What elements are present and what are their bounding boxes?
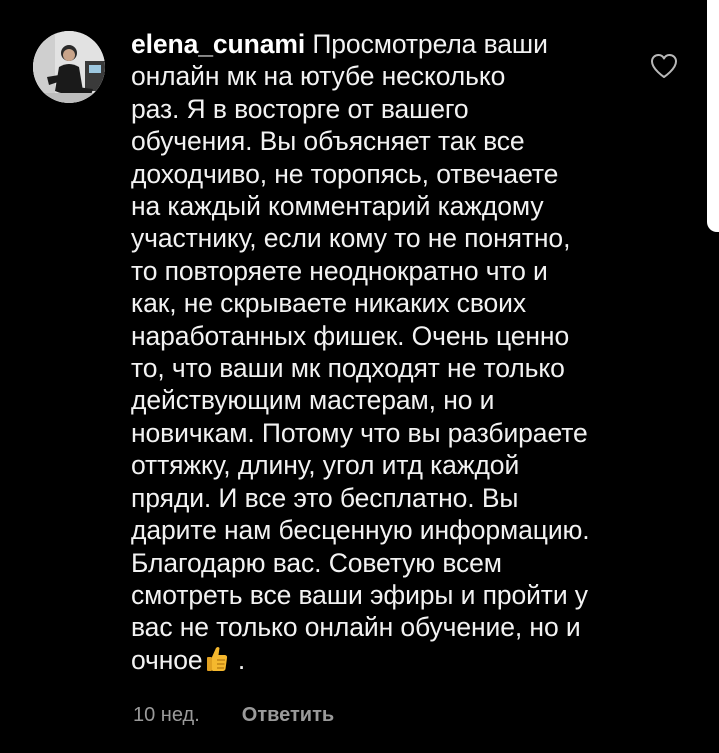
like-button[interactable]: [649, 52, 679, 80]
comment-line: онлайн мк на ютубе несколько: [131, 61, 506, 92]
comment-line: новичкам. Потому что вы разбираете: [131, 417, 588, 448]
avatar[interactable]: [33, 31, 105, 103]
comment-item: elena_cunami Просмотрела ваши онлайн мк …: [0, 0, 719, 753]
comment-text: elena_cunami Просмотрела ваши онлайн мк …: [131, 28, 641, 680]
comment-line: elena_cunami Просмотрела ваши: [131, 28, 641, 60]
comment-line: на каждый комментарий каждому: [131, 191, 544, 222]
username[interactable]: elena_cunami: [131, 29, 305, 59]
comment-last-line-suffix: .: [230, 644, 246, 675]
comment-line: как, не скрываете никаких своих: [131, 288, 526, 319]
comment-first-line-text: Просмотрела ваши: [305, 29, 548, 59]
comment-line: пряди. И все это бесплатно. Вы: [131, 482, 519, 513]
comment-body: elena_cunami Просмотрела ваши онлайн мк …: [131, 28, 641, 680]
avatar-image: [33, 31, 105, 103]
comment-line: участнику, если кому то не понятно,: [131, 223, 571, 254]
comment-timestamp: 10 нед.: [133, 704, 200, 726]
scrollbar[interactable]: [707, 0, 719, 232]
heart-icon: [651, 54, 677, 78]
thumbs-up-icon: [205, 645, 229, 680]
comment-line: наработанных фишек. Очень ценно: [131, 320, 570, 351]
comment-line: раз. Я в восторге от вашего: [131, 93, 469, 124]
comment-last-line-prefix: очное: [131, 644, 203, 675]
comment-line: смотреть все ваши эфиры и пройти у: [131, 579, 588, 610]
comment-meta: 10 нед. Ответить: [133, 704, 334, 727]
comment-line: то повторяете неоднократно что и: [131, 255, 548, 286]
comment-line: обучения. Вы объясняет так все: [131, 126, 525, 157]
comment-line: доходчиво, не торопясь, отвечаете: [131, 158, 559, 189]
comment-line: то, что ваши мк подходят не только: [131, 353, 565, 384]
comment-line: дарите нам бесценную информацию.: [131, 515, 590, 546]
comment-line: действующим мастерам, но и: [131, 385, 495, 416]
reply-button[interactable]: Ответить: [242, 704, 334, 726]
comment-line: очное .: [131, 644, 641, 680]
comment-line: оттяжку, длину, угол итд каждой: [131, 450, 520, 481]
comment-line: вас не только онлайн обучение, но и: [131, 612, 581, 643]
comment-line: Благодарю вас. Советую всем: [131, 547, 502, 578]
